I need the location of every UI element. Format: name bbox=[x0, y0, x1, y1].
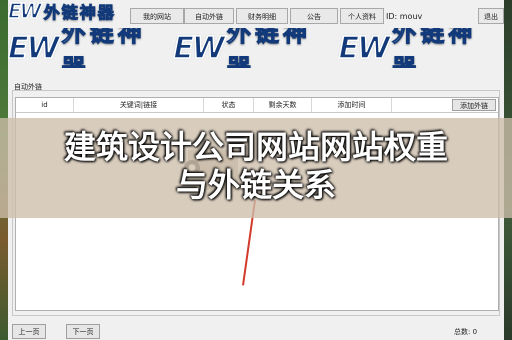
column-header-id[interactable]: id bbox=[16, 98, 74, 112]
logo-tile: EW 外链神器 bbox=[8, 28, 146, 68]
column-header-keyword-link[interactable]: 关键词|链接 bbox=[74, 98, 204, 112]
article-title-line2: 与外链关系 bbox=[175, 166, 336, 204]
logo-tile: EW 外链神器 bbox=[338, 28, 477, 68]
menu-finance[interactable]: 财务明细 bbox=[236, 8, 288, 24]
add-link-button[interactable]: 添加外链 bbox=[452, 99, 496, 111]
menu-profile[interactable]: 个人资料 bbox=[340, 8, 384, 24]
table-header: id 关键词|链接 状态 剩余天数 添加时间 bbox=[16, 98, 498, 113]
article-title-line1: 建筑设计公司网站网站权重 bbox=[63, 128, 448, 166]
prev-page-button[interactable]: 上一页 bbox=[12, 324, 46, 339]
column-header-days-left[interactable]: 剩余天数 bbox=[254, 98, 312, 112]
logo-banner: EW 外链神器 EW 外链神器 EW 外链神器 bbox=[8, 28, 504, 68]
article-title: 建筑设计公司网站网站权重 与外链关系 bbox=[0, 128, 512, 204]
next-page-button[interactable]: 下一页 bbox=[66, 324, 100, 339]
user-id-label: ID: mouv bbox=[386, 12, 423, 21]
app-logo-small: EW 外链神器 bbox=[8, 0, 116, 24]
column-header-added-time[interactable]: 添加时间 bbox=[312, 98, 392, 112]
exit-button[interactable]: 退出 bbox=[478, 8, 504, 24]
total-count: 总数: 0 bbox=[454, 328, 478, 336]
menu-bar: EW 外链神器 我的网站 自动外链 财务明细 公告 个人资料 ID: mouv … bbox=[8, 0, 504, 26]
menu-notice[interactable]: 公告 bbox=[290, 8, 338, 24]
menu-auto-links[interactable]: 自动外链 bbox=[184, 8, 234, 24]
logo-tile: EW 外链神器 bbox=[173, 28, 311, 68]
menu-my-sites[interactable]: 我的网站 bbox=[130, 8, 184, 24]
column-header-status[interactable]: 状态 bbox=[204, 98, 254, 112]
